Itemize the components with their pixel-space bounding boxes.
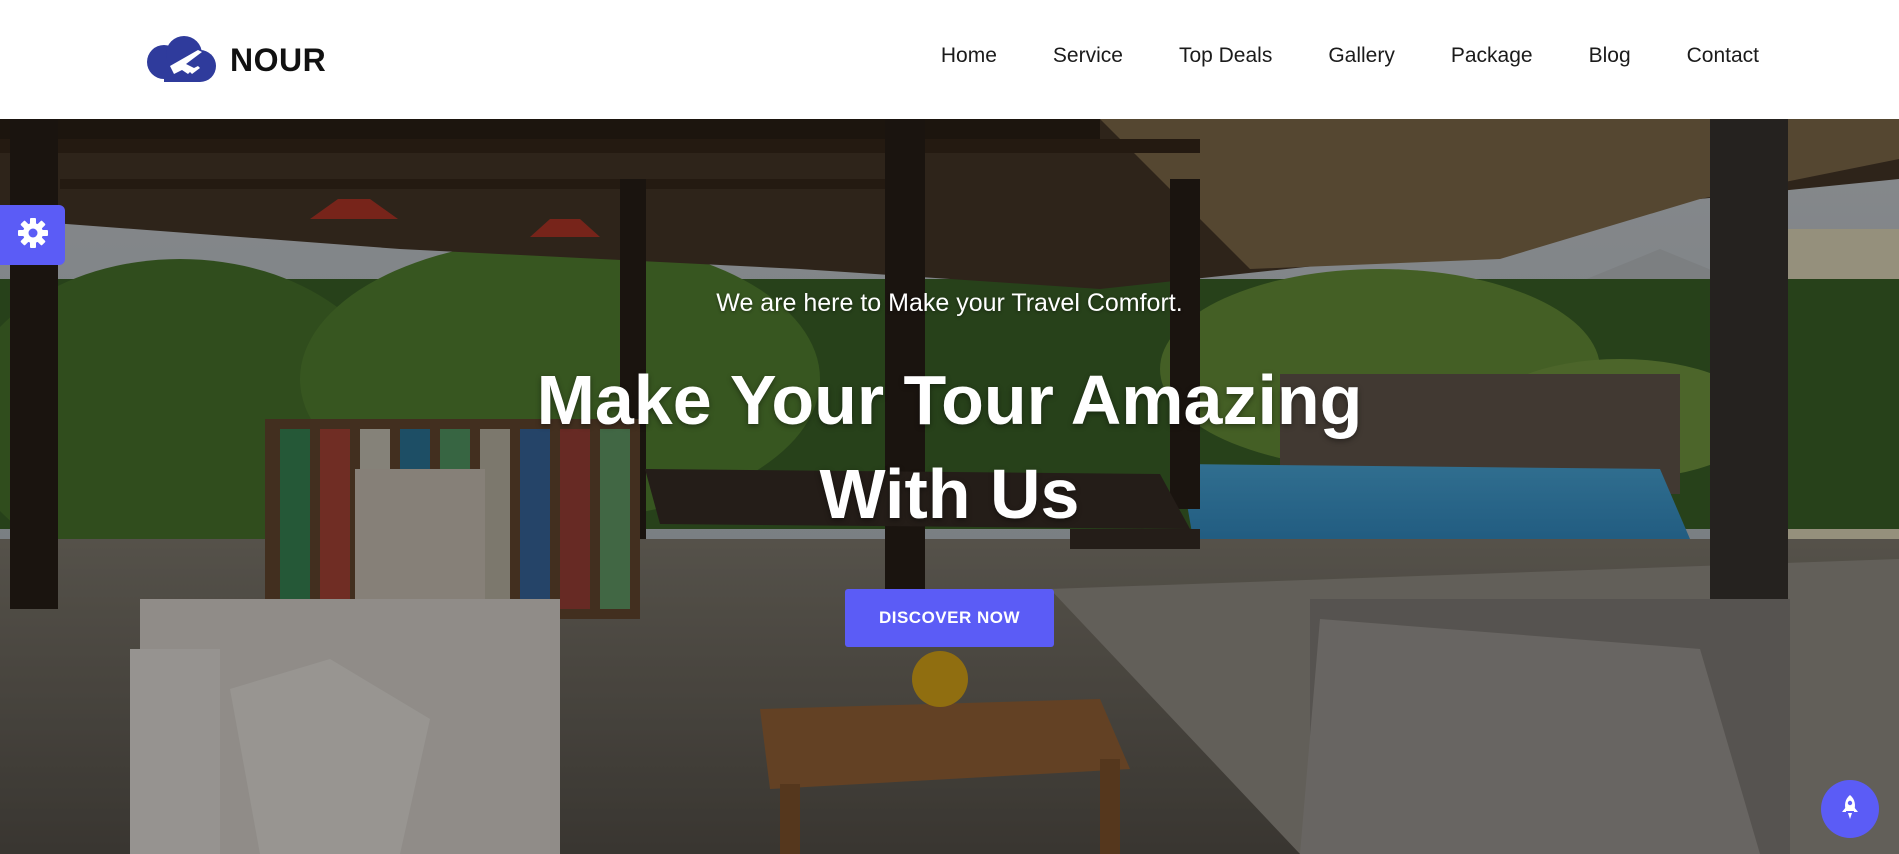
nav-item-gallery[interactable]: Gallery	[1328, 44, 1395, 68]
hero-section: We are here to Make your Travel Comfort.…	[0, 119, 1899, 854]
hero-title: Make Your Tour Amazing With Us	[0, 353, 1899, 541]
nav-item-contact[interactable]: Contact	[1687, 44, 1759, 68]
nav-item-home[interactable]: Home	[941, 44, 997, 68]
discover-now-button[interactable]: DISCOVER NOW	[845, 589, 1054, 647]
brand-name: NOUR	[230, 41, 327, 78]
nav-item-package[interactable]: Package	[1451, 44, 1533, 68]
nav-item-service[interactable]: Service	[1053, 44, 1123, 68]
main-nav: Home Service Top Deals Gallery Package B…	[885, 44, 1759, 68]
site-header: NOUR Home Service Top Deals Gallery Pack…	[0, 0, 1899, 119]
nav-item-blog[interactable]: Blog	[1589, 44, 1631, 68]
back-to-top-button[interactable]	[1821, 780, 1879, 838]
settings-panel-toggle[interactable]	[0, 205, 65, 265]
hero-title-line-2: With Us	[819, 455, 1080, 533]
rocket-icon	[1838, 794, 1862, 825]
hero-subtitle: We are here to Make your Travel Comfort.	[716, 289, 1183, 317]
hero-title-line-1: Make Your Tour Amazing	[536, 361, 1363, 439]
cloud-plane-icon	[142, 36, 222, 84]
gear-icon	[17, 217, 49, 254]
nav-item-top-deals[interactable]: Top Deals	[1179, 44, 1272, 68]
brand-logo[interactable]: NOUR	[142, 36, 326, 84]
